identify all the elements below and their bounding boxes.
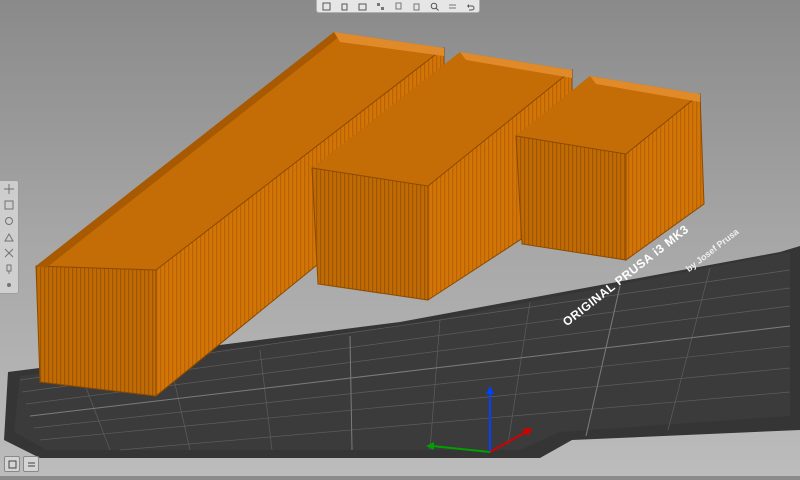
seam-icon[interactable] bbox=[2, 279, 16, 291]
cut-icon[interactable] bbox=[2, 247, 16, 259]
3d-view-icon[interactable] bbox=[4, 456, 20, 472]
scale-icon[interactable] bbox=[2, 199, 16, 211]
paint-icon[interactable] bbox=[2, 263, 16, 275]
preview-icon[interactable] bbox=[23, 456, 39, 472]
view-buttons bbox=[4, 456, 39, 472]
arrange-icon[interactable] bbox=[374, 1, 386, 11]
undo-icon[interactable] bbox=[464, 1, 476, 11]
copy-icon[interactable] bbox=[392, 1, 404, 11]
delete-icon[interactable] bbox=[338, 1, 350, 11]
left-gizmo-toolbar bbox=[0, 180, 19, 294]
paste-icon[interactable] bbox=[410, 1, 422, 11]
delete-all-icon[interactable] bbox=[356, 1, 368, 11]
place-on-face-icon[interactable] bbox=[2, 231, 16, 243]
3d-viewport[interactable]: ORIGINAL PRUSA i3 MK3 by Josef Prusa bbox=[0, 0, 800, 476]
top-toolbar bbox=[316, 0, 480, 13]
search-icon[interactable] bbox=[428, 1, 440, 11]
move-icon[interactable] bbox=[2, 183, 16, 195]
add-object-icon[interactable] bbox=[320, 1, 332, 11]
layers-icon[interactable] bbox=[446, 1, 458, 11]
rotate-icon[interactable] bbox=[2, 215, 16, 227]
